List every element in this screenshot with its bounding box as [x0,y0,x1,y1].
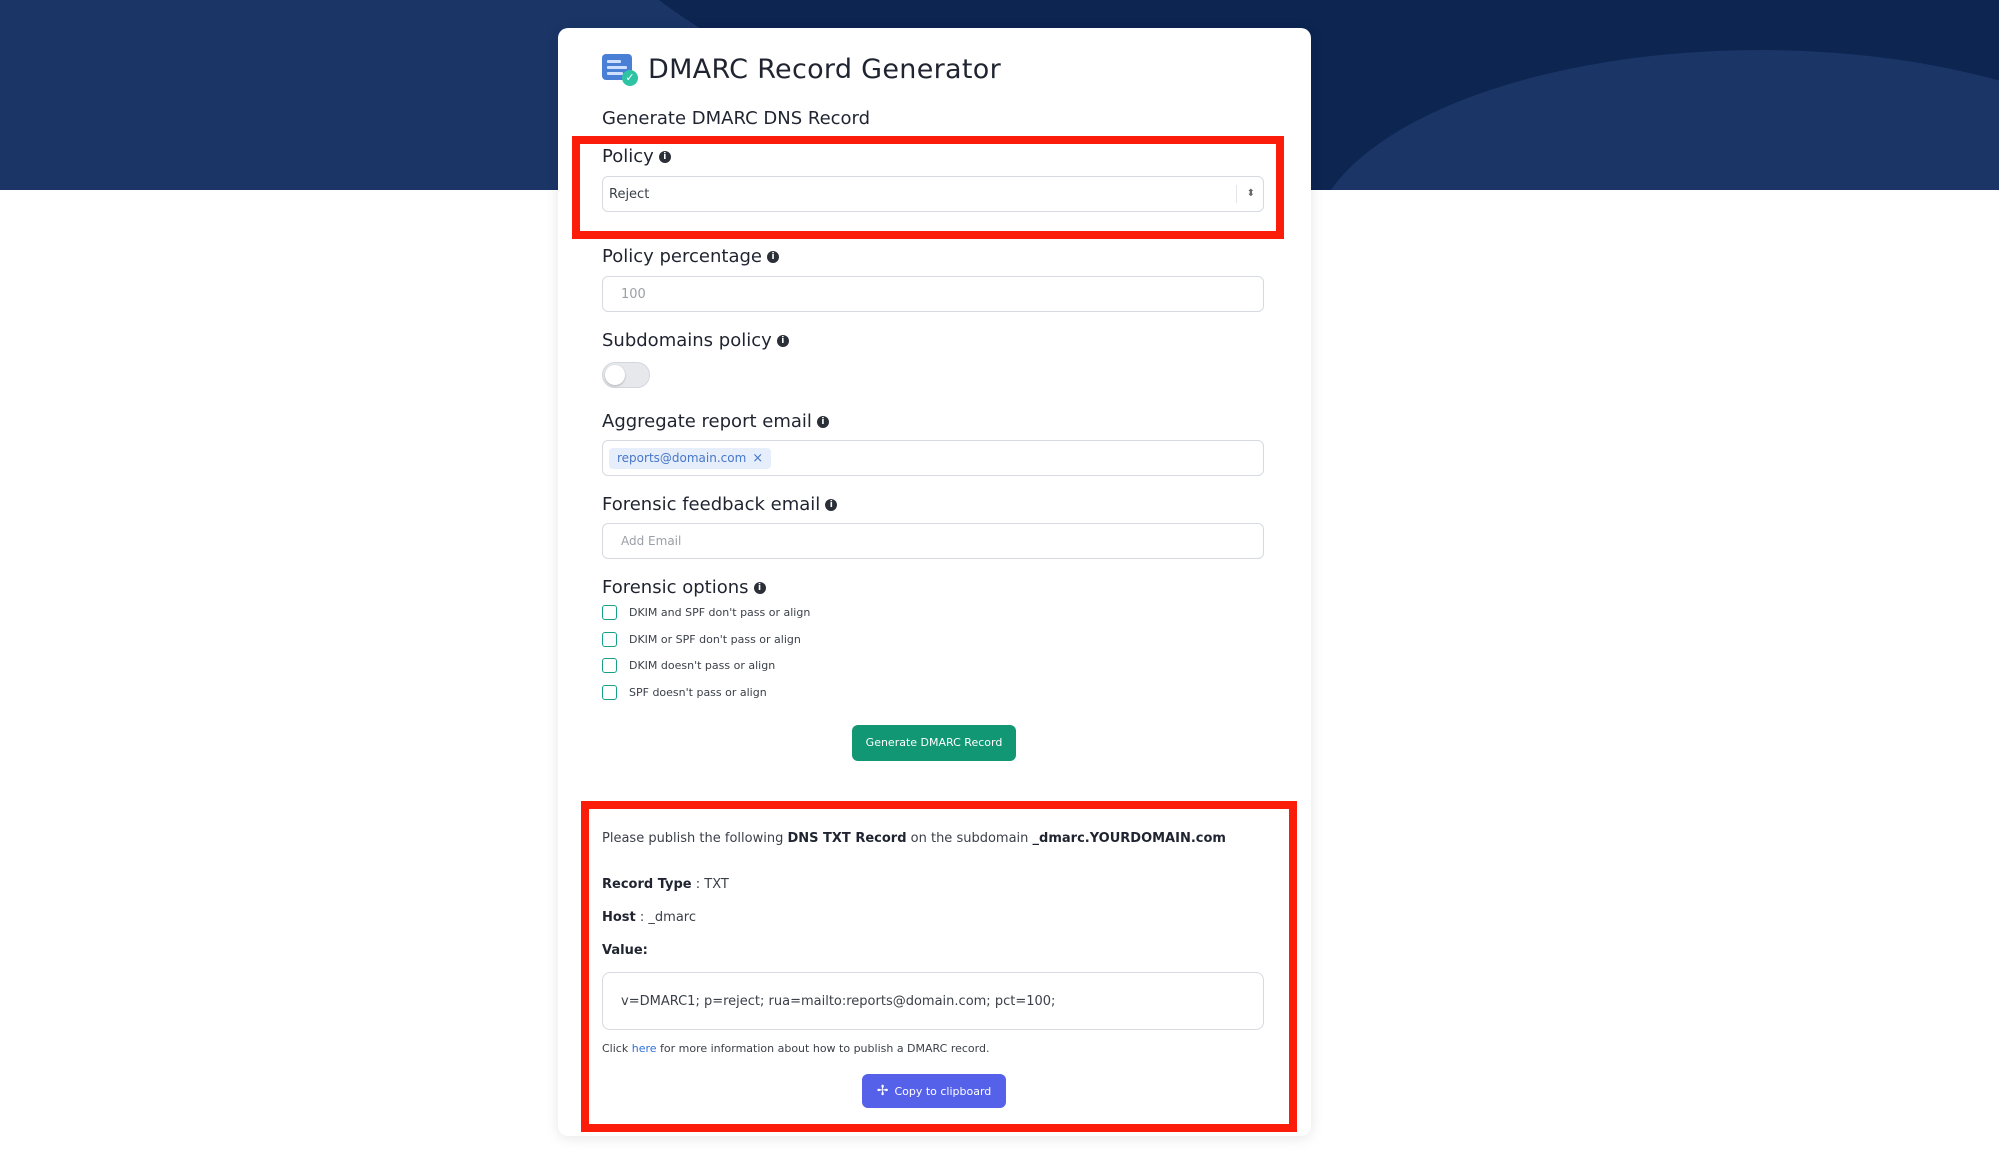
forensic-option-label: DKIM doesn't pass or align [629,659,776,672]
result-intro: Please publish the following DNS TXT Rec… [602,831,1226,846]
aggregate-email-input[interactable]: reports@domain.com × [602,440,1264,476]
policy-percentage-input[interactable]: 100 [602,276,1264,312]
forensic-option-label: DKIM or SPF don't pass or align [629,633,801,646]
subdomains-policy-toggle[interactable] [602,362,650,388]
result-intro-prefix: Please publish the following [602,831,788,846]
forensic-option-label: DKIM and SPF don't pass or align [629,606,811,619]
record-value-text: v=DMARC1; p=reject; rua=mailto:reports@d… [621,993,1056,1009]
policy-label: Policy i [602,146,671,167]
policy-percentage-label: Policy percentage i [602,246,779,267]
copy-button-label: Copy to clipboard [894,1084,992,1098]
result-intro-subdomain: _dmarc.YOURDOMAIN.com [1032,831,1226,846]
forensic-options-label-text: Forensic options [602,577,749,598]
title-row: ✓ DMARC Record Generator [602,52,1001,86]
record-type-row: Record Type : TXT [602,877,729,892]
forensic-option-4[interactable]: SPF doesn't pass or align [602,685,767,700]
info-icon[interactable]: i [825,498,838,511]
forensic-email-label-text: Forensic feedback email [602,494,821,515]
policy-select[interactable]: Reject ⬍ [602,176,1264,212]
checkbox[interactable] [602,632,617,647]
help-prefix: Click [602,1042,632,1055]
generator-card: ✓ DMARC Record Generator Generate DMARC … [558,28,1311,1136]
dmarc-logo-icon: ✓ [602,52,638,86]
record-type-value: TXT [704,877,729,892]
select-arrow-icon: ⬍ [1236,185,1255,203]
forensic-option-label: SPF doesn't pass or align [629,686,767,699]
page-subtitle: Generate DMARC DNS Record [602,108,871,129]
copy-to-clipboard-button[interactable]: ✢ Copy to clipboard [862,1074,1006,1108]
host-value: _dmarc [648,910,697,925]
info-icon[interactable]: i [658,150,671,163]
value-label-text: Value: [602,943,648,958]
host-label: Host [602,910,636,925]
forensic-email-placeholder: Add Email [621,534,682,548]
toggle-knob [605,365,625,385]
result-intro-record: DNS TXT Record [787,831,907,846]
subdomains-policy-label: Subdomains policy i [602,330,789,351]
page-title: DMARC Record Generator [648,53,1001,85]
policy-label-text: Policy [602,146,654,167]
close-icon[interactable]: × [752,451,763,466]
info-icon[interactable]: i [766,250,779,263]
value-label: Value: [602,943,648,958]
aggregate-email-label: Aggregate report email i [602,411,829,432]
result-intro-mid: on the subdomain [906,831,1033,846]
forensic-option-2[interactable]: DKIM or SPF don't pass or align [602,632,801,647]
help-link[interactable]: here [632,1042,657,1055]
record-type-label: Record Type [602,877,692,892]
aggregate-email-label-text: Aggregate report email [602,411,812,432]
forensic-email-input[interactable]: Add Email [602,523,1264,559]
host-row: Host : _dmarc [602,910,697,925]
help-suffix: for more information about how to publis… [656,1042,990,1055]
generate-button[interactable]: Generate DMARC Record [852,725,1016,761]
subdomains-policy-label-text: Subdomains policy [602,330,772,351]
record-value-field[interactable]: v=DMARC1; p=reject; rua=mailto:reports@d… [602,972,1264,1030]
forensic-option-1[interactable]: DKIM and SPF don't pass or align [602,605,810,620]
checkbox[interactable] [602,605,617,620]
help-text: Click here for more information about ho… [602,1042,989,1055]
policy-select-value: Reject [609,186,650,202]
policy-percentage-label-text: Policy percentage [602,246,762,267]
email-tag: reports@domain.com × [609,447,772,469]
email-tag-text: reports@domain.com [617,451,747,465]
policy-percentage-placeholder: 100 [621,286,646,302]
checkbox[interactable] [602,685,617,700]
forensic-email-label: Forensic feedback email i [602,494,838,515]
checkbox[interactable] [602,658,617,673]
info-icon[interactable]: i [753,581,766,594]
info-icon[interactable]: i [816,415,829,428]
forensic-option-3[interactable]: DKIM doesn't pass or align [602,658,775,673]
forensic-options-label: Forensic options i [602,577,766,598]
info-icon[interactable]: i [776,334,789,347]
plus-icon: ✢ [876,1083,889,1099]
